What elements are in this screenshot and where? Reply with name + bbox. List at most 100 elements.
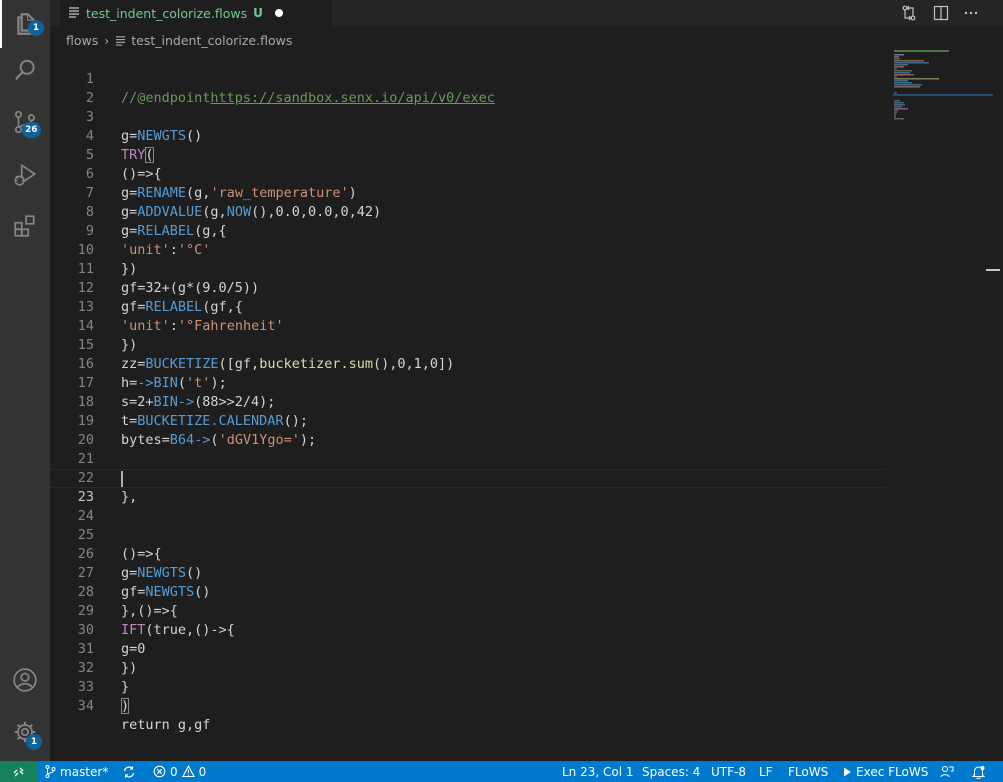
sync-button[interactable] <box>122 761 140 782</box>
play-icon <box>844 767 851 776</box>
problems-indicator[interactable]: 0 0 <box>153 761 206 782</box>
code-line: 17 s=2+BIN->(88>>2/4); <box>50 355 886 410</box>
open-changes-button[interactable] <box>899 3 919 23</box>
code-line: 18 t=BUCKETIZE.CALENDAR(); <box>50 374 886 429</box>
warning-count: 0 <box>198 764 207 779</box>
error-count: 0 <box>170 764 178 779</box>
status-bar: master* 0 0 Ln 23, Col 1 Spaces: 4 UTF-8… <box>0 761 1003 782</box>
code-line: 26 g=NEWGTS() <box>50 526 886 581</box>
sync-icon <box>123 766 135 777</box>
feedback-person-icon <box>940 766 954 778</box>
code-line: 12 gf=RELABEL(gf,{ <box>50 260 886 315</box>
error-icon <box>153 765 166 778</box>
remote-icon <box>13 767 24 776</box>
code-line: 10 }) <box>50 222 886 277</box>
code-line: 32 } <box>50 640 886 695</box>
accounts-button[interactable] <box>0 656 50 704</box>
line-code: return g,gf <box>121 717 211 733</box>
code-line: 29 IFT(true,()->{ <box>50 583 886 638</box>
warning-icon <box>181 765 195 778</box>
code-line: 28 },()=>{ <box>50 564 886 619</box>
file-lines-icon <box>115 35 126 46</box>
remote-indicator-button[interactable] <box>0 761 38 782</box>
run-debug-icon <box>14 163 37 186</box>
activity-bar: 1 26 1 <box>0 0 50 761</box>
exec-flows-button[interactable]: Exec FLoWS <box>843 761 928 782</box>
ellipsis-icon <box>964 11 978 15</box>
extensions-icon <box>14 215 35 237</box>
source-control-badge: 26 <box>22 122 41 138</box>
code-line: 13 'unit':'°Fahrenheit' <box>50 279 886 334</box>
code-line: 6 g=RENAME(g,'raw_temperature') <box>50 146 886 201</box>
code-line: 21 <box>50 431 886 467</box>
code-line: 2 <box>50 70 886 106</box>
breadcrumb-folder[interactable]: flows <box>66 33 98 48</box>
exec-flows-label: Exec FLoWS <box>856 764 929 779</box>
tab-untracked-status: U <box>253 6 263 20</box>
code-line: 15 zz=BUCKETIZE([gf,bucketizer.sum(),0,1… <box>50 317 886 372</box>
code-line: 34 return g,gf <box>50 678 886 733</box>
split-editor-icon <box>933 5 949 21</box>
current-code-line: 23 <box>50 469 886 505</box>
code-line: 14 }) <box>50 298 886 353</box>
live-share-button[interactable] <box>940 761 958 782</box>
line-code: ) <box>121 697 130 716</box>
notifications-button[interactable] <box>972 761 989 782</box>
account-icon <box>13 668 37 692</box>
git-branch-icon <box>45 765 56 778</box>
breadcrumb-separator: › <box>104 32 110 48</box>
minimap[interactable] <box>893 50 993 761</box>
language-mode[interactable]: FLoWS <box>788 761 828 782</box>
code-line: 30 g=0 <box>50 602 886 657</box>
code-line: 22 }, <box>50 450 886 505</box>
tab-bar: test_indent_colorize.flows U <box>50 0 1003 26</box>
run-debug-button[interactable] <box>0 150 50 198</box>
settings-badge: 1 <box>26 734 42 750</box>
breadcrumb-file[interactable]: test_indent_colorize.flows <box>131 33 292 48</box>
tab-test-indent-colorize[interactable]: test_indent_colorize.flows U <box>60 0 332 26</box>
source-control-button[interactable]: 26 <box>0 98 50 146</box>
matched-bracket: ) <box>121 698 130 714</box>
explorer-button[interactable]: 1 <box>0 0 50 48</box>
code-line: 25 ()=>{ <box>50 507 886 562</box>
search-icon <box>15 59 35 80</box>
code-line: 3 g=NEWGTS() <box>50 89 886 144</box>
code-line: 19 bytes=B64->('dGV1Ygo='); <box>50 393 886 448</box>
code-line: 31 }) <box>50 621 886 676</box>
scrollbar-position-marker[interactable] <box>986 269 1000 271</box>
code-line: 1 //@endpointhttps://sandbox.senx.io/api… <box>50 51 886 106</box>
tab-filename: test_indent_colorize.flows <box>86 5 248 21</box>
encoding-setting[interactable]: UTF-8 <box>711 761 746 782</box>
indentation-setting[interactable]: Spaces: 4 <box>642 761 700 782</box>
code-line: 5 ()=>{ <box>50 127 886 182</box>
code-line: 4 TRY( <box>50 108 886 163</box>
explorer-badge: 1 <box>28 20 44 36</box>
text-cursor <box>121 471 123 487</box>
code-line: 7 g=ADDVALUE(g,NOW(),0.0,0.0,0,42) <box>50 165 886 220</box>
manage-button[interactable]: 1 <box>0 708 50 756</box>
code-line: 16 h=->BIN('t'); <box>50 336 886 391</box>
branch-indicator[interactable]: master* <box>45 761 108 782</box>
bell-icon <box>972 765 985 779</box>
code-line: 8 g=RELABEL(g,{ <box>50 184 886 239</box>
split-editor-button[interactable] <box>931 3 951 23</box>
file-lines-icon <box>68 6 80 21</box>
open-changes-icon <box>902 5 916 21</box>
more-actions-button[interactable] <box>961 3 981 23</box>
cursor-position[interactable]: Ln 23, Col 1 <box>562 761 634 782</box>
code-editor[interactable]: 1 //@endpointhttps://sandbox.senx.io/api… <box>50 50 1003 761</box>
code-line: 24 <box>50 488 886 524</box>
branch-name: master* <box>60 764 109 779</box>
line-number: 34 <box>77 698 94 714</box>
code-line: 11 gf=32+(g*(9.0/5)) <box>50 241 886 296</box>
extensions-button[interactable] <box>0 202 50 250</box>
code-line: 27 gf=NEWGTS() <box>50 545 886 600</box>
code-line: 20 <box>50 412 886 448</box>
breadcrumb: flows › test_indent_colorize.flows <box>50 30 950 50</box>
search-button[interactable] <box>0 46 50 94</box>
code-line: 9 'unit':'°C' <box>50 203 886 258</box>
vscode-window: 1 26 1 test_indent_colorize.flows U flow… <box>0 0 1003 782</box>
code-line: 33 ) <box>50 659 886 714</box>
eol-setting[interactable]: LF <box>759 761 773 782</box>
unsaved-dot-icon[interactable] <box>274 9 283 17</box>
